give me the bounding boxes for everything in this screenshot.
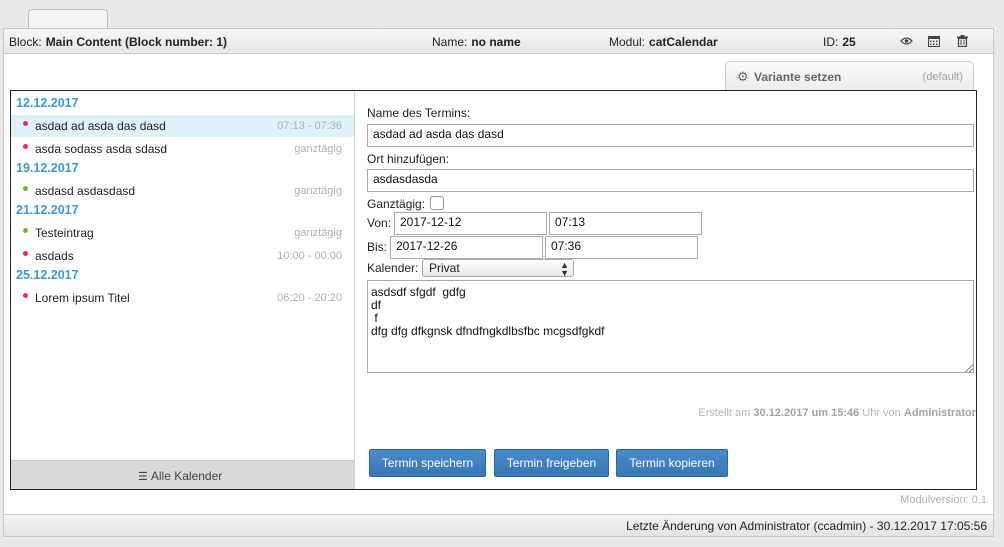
all-calendars-button[interactable]: ☰ Alle Kalender — [11, 460, 354, 489]
from-date-input[interactable]: 2017-12-12 — [394, 212, 547, 235]
last-change-info: Letzte Änderung von Administrator (ccadm… — [626, 519, 987, 533]
modul-value: catCalendar — [649, 35, 718, 49]
id-label: ID: — [823, 35, 839, 49]
from-label: Von: — [367, 216, 392, 230]
date-header: 19.12.2017 — [16, 161, 79, 175]
all-calendars-label: Alle Kalender — [150, 469, 223, 483]
from-time-input[interactable]: 07:13 — [549, 212, 702, 235]
select-arrows-icon: ▲ ▼ — [560, 260, 569, 278]
created-info: Erstellt am 30.12.2017 um 15:46 Uhr von … — [356, 407, 976, 419]
list-icon: ☰ — [138, 471, 148, 483]
entry-time: 06:20 - 20:20 — [277, 292, 342, 304]
list-item[interactable]: asdads 10:00 - 00:00 — [11, 245, 354, 267]
entry-title: Lorem ipsum Titel — [35, 291, 130, 305]
date-header: 25.12.2017 — [16, 268, 79, 282]
resize-handle-icon[interactable] — [965, 364, 973, 372]
copy-appointment-button[interactable]: Termin kopieren — [616, 449, 728, 477]
modul-label: Modul: — [609, 35, 646, 49]
entry-time: 07:13 - 07:36 — [277, 120, 342, 132]
list-item[interactable]: Testeintrag ganztägig — [11, 222, 354, 244]
block-label: Block: — [9, 35, 42, 49]
release-appointment-button[interactable]: Termin freigeben — [494, 449, 609, 477]
id-value: 25 — [842, 35, 856, 49]
calendar-module: 12.12.2017 asdad ad asda das dasd 07:13 - … — [10, 90, 977, 490]
block-info: Block: Main Content (Block number: 1) — [9, 35, 227, 49]
appointment-name-input[interactable]: asdad ad asda das dasd — [367, 124, 974, 147]
trash-icon[interactable] — [955, 35, 969, 49]
appointment-form: Name des Termins: asdad ad asda das dasd… — [356, 91, 976, 489]
entry-title: asdasd asdasdasd — [35, 184, 136, 198]
name-label: Name: — [432, 35, 468, 49]
footer-bar: Letzte Änderung von Administrator (ccadm… — [4, 514, 993, 536]
list-item[interactable]: asda sodass asda sdasd ganztägig — [11, 138, 354, 160]
created-datetime: 30.12.2017 um 15:46 — [753, 407, 860, 419]
to-time-input[interactable]: 07:36 — [545, 236, 698, 259]
date-header: 21.12.2017 — [16, 203, 79, 217]
created-by: Administrator — [903, 407, 976, 419]
calendar-select[interactable]: Privat ▲ ▼ — [422, 259, 574, 278]
eye-icon[interactable] — [899, 35, 913, 49]
created-prefix: Erstellt am — [698, 407, 751, 419]
calendar-color-dot-icon — [23, 144, 28, 149]
allday-label: Ganztägig: — [367, 197, 426, 211]
to-label: Bis: — [367, 240, 388, 254]
name-value: no name — [471, 35, 521, 49]
variant-tab[interactable]: ⚙ Variante setzen (default) — [725, 61, 974, 90]
entry-title: asda sodass asda sdasd — [35, 142, 168, 156]
list-item[interactable]: asdasd asdasdasd ganztägig — [11, 180, 354, 202]
block-value: Main Content (Block number: 1) — [45, 35, 228, 49]
calendar-color-dot-icon — [23, 186, 28, 191]
allday-checkbox[interactable] — [430, 196, 444, 210]
entry-title: Testeintrag — [35, 226, 94, 240]
content-block-frame: Block: Main Content (Block number: 1) Nam… — [3, 28, 994, 537]
calendar-color-dot-icon — [23, 293, 28, 298]
block-header: Block: Main Content (Block number: 1) Nam… — [4, 29, 993, 54]
variant-label: Variante setzen — [754, 70, 842, 84]
gear-icon: ⚙ — [737, 69, 749, 84]
to-date-input[interactable]: 2017-12-26 — [390, 236, 543, 259]
appointment-list: 12.12.2017 asdad ad asda das dasd 07:13 - … — [11, 91, 355, 489]
description-textarea[interactable]: asdsdf sfgdf gdfg df f dfg dfg dfkgnsk d… — [367, 280, 974, 373]
entry-title: asdad ad asda das dasd — [35, 119, 166, 133]
modul-info: Modul: catCalendar — [609, 35, 718, 49]
entry-time: ganztägig — [294, 143, 342, 155]
date-header: 12.12.2017 — [16, 96, 79, 110]
entry-time: ganztägig — [294, 227, 342, 239]
entry-time: 10:00 - 00:00 — [277, 250, 342, 262]
list-item[interactable]: Lorem ipsum Titel 06:20 - 20:20 — [11, 287, 354, 309]
calendar-icon[interactable] — [927, 35, 941, 49]
list-item[interactable]: asdad ad asda das dasd 07:13 - 07:36 — [11, 115, 354, 137]
block-tab[interactable] — [28, 9, 108, 29]
calendar-select-value: Privat — [429, 261, 460, 275]
calendar-color-dot-icon — [23, 228, 28, 233]
entry-title: asdads — [35, 249, 74, 263]
name-info: Name: no name — [432, 35, 521, 49]
created-mid: Uhr von — [862, 407, 901, 419]
location-input[interactable]: asdasdasda — [367, 169, 974, 192]
calendar-color-dot-icon — [23, 251, 28, 256]
variant-default: (default) — [922, 71, 963, 83]
calendar-label: Kalender: — [367, 261, 419, 275]
calendar-color-dot-icon — [23, 121, 28, 126]
name-field-label: Name des Termins: — [367, 106, 471, 120]
id-info: ID: 25 — [823, 35, 856, 49]
entry-time: ganztägig — [294, 185, 342, 197]
location-field-label: Ort hinzufügen: — [367, 152, 450, 166]
module-version: Modulversion: 0.1 — [900, 494, 987, 506]
save-appointment-button[interactable]: Termin speichern — [369, 449, 486, 477]
